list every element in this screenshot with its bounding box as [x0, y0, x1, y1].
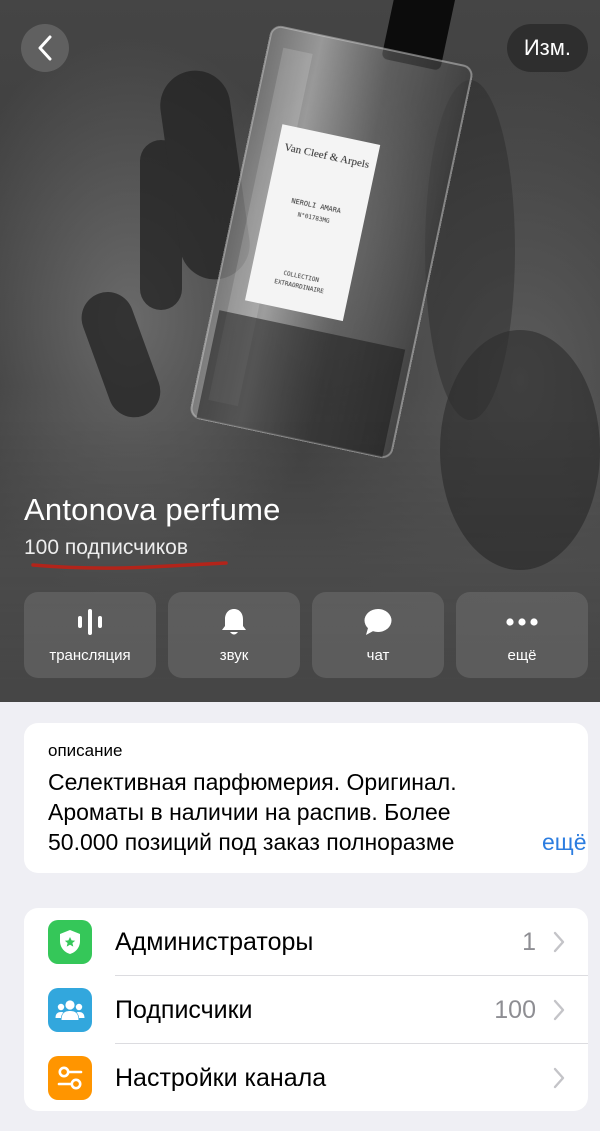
- description-line-last: 50.000 позиций под заказ полноразме ещё: [48, 827, 587, 857]
- broadcast-label: трансляция: [49, 647, 131, 664]
- description-line: Ароматы в наличии на распив. Более: [48, 799, 451, 825]
- settings-toggles-icon: [48, 1056, 92, 1100]
- description-more-link[interactable]: ещё: [518, 827, 587, 857]
- more-button[interactable]: ещё: [456, 592, 588, 678]
- channel-title: Antonova perfume: [24, 492, 281, 527]
- sound-label: звук: [219, 647, 249, 664]
- description-caption: описание: [48, 741, 123, 760]
- red-underline-annotation: [31, 561, 228, 570]
- more-dots-icon: [505, 606, 539, 638]
- action-buttons: трансляция звук чат ещё: [24, 592, 588, 678]
- chat-bubble-icon: [363, 606, 393, 638]
- list-item-label: Администраторы: [115, 927, 314, 956]
- list-item-value: 100: [494, 995, 536, 1024]
- list-item-channel-settings[interactable]: Настройки канала: [24, 1044, 588, 1111]
- sound-button[interactable]: звук: [168, 592, 300, 678]
- chat-label: чат: [366, 647, 390, 664]
- chat-button[interactable]: чат: [312, 592, 444, 678]
- chevron-right-icon: [553, 999, 565, 1021]
- broadcast-icon: [74, 606, 106, 638]
- description-card: описание Селективная парфюмерия. Оригина…: [24, 723, 588, 873]
- people-icon: [48, 988, 92, 1032]
- chevron-right-icon: [553, 931, 565, 953]
- description-line: Селективная парфюмерия. Оригинал.: [48, 769, 457, 795]
- list-item-subscribers[interactable]: Подписчики 100: [24, 976, 588, 1044]
- edit-button[interactable]: Изм.: [506, 24, 588, 72]
- shield-icon: [48, 920, 92, 964]
- channel-cover: Van Cleef & Arpels NEROLI AMARA N°01783M…: [0, 0, 600, 702]
- broadcast-button[interactable]: трансляция: [24, 592, 156, 678]
- bell-icon: [220, 606, 248, 638]
- channel-settings-list: Администраторы 1 Подписчики 100 Настройк…: [24, 908, 588, 1111]
- chevron-left-icon: [38, 35, 52, 61]
- list-item-administrators[interactable]: Администраторы 1: [24, 908, 588, 976]
- description-text: Селективная парфюмерия. Оригинал. Аромат…: [48, 767, 587, 857]
- list-item-label: Подписчики: [115, 995, 253, 1024]
- back-button[interactable]: [21, 24, 69, 72]
- more-label: ещё: [507, 647, 537, 664]
- list-item-value: 1: [522, 927, 536, 956]
- list-item-label: Настройки канала: [115, 1063, 327, 1092]
- description-line: 50.000 позиций под заказ полноразме: [48, 829, 455, 855]
- subscriber-count: 100 подписчиков: [24, 536, 189, 559]
- chevron-right-icon: [553, 1067, 565, 1089]
